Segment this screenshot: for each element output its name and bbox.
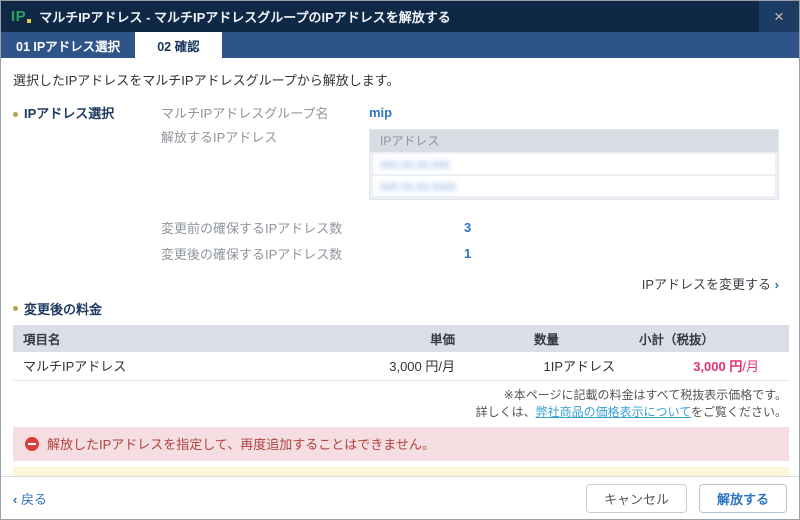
release-button[interactable]: 解放する — [699, 484, 787, 513]
ip-address-list: IPアドレス xxx.xx.xx.xxx xxx.xx.xx.xxxx — [369, 129, 779, 200]
section-title-price: 変更後の料金 — [24, 299, 102, 318]
col-unit-price: 単価 — [339, 325, 459, 352]
group-name-row: マルチIPアドレスグループ名 mip — [161, 105, 789, 123]
tab-step2-confirm[interactable]: 02 確認 — [135, 32, 221, 58]
group-name-value: mip — [369, 105, 392, 123]
dialog-title: マルチIPアドレス - マルチIPアドレスグループのIPアドレスを解放する — [39, 7, 451, 26]
chevron-left-icon: ‹ — [13, 492, 17, 507]
price-subtotal: 3,000 円/月 — [619, 352, 789, 380]
intro-text: 選択したIPアドレスをマルチIPアドレスグループから解放します。 — [13, 70, 789, 89]
ip-list-header: IPアドレス — [370, 130, 778, 152]
error-alert-text: 解放したIPアドレスを指定して、再度追加することはできません。 — [47, 434, 435, 453]
back-link[interactable]: ‹ 戻る — [13, 489, 47, 508]
tax-notes: ※本ページに記載の料金はすべて税抜表示価格です。 詳しくは、弊社商品の価格表示に… — [13, 387, 789, 421]
section-title-ip-select: IPアドレス選択 — [24, 105, 114, 123]
masked-ip-address: xxx.xx.xx.xxxx — [380, 179, 456, 193]
price-qty: 1IPアドレス — [459, 352, 619, 380]
chevron-right-icon: › — [775, 277, 779, 292]
group-name-label: マルチIPアドレスグループ名 — [161, 105, 369, 123]
cancel-button[interactable]: キャンセル — [586, 484, 687, 513]
section-bullet-icon — [13, 112, 18, 117]
tax-note-line2: 詳しくは、弊社商品の価格表示についてをご覧ください。 — [13, 404, 787, 421]
price-item: マルチIPアドレス — [13, 352, 339, 380]
col-item-name: 項目名 — [13, 325, 339, 352]
section-bullet-icon — [13, 306, 18, 311]
col-subtotal: 小計（税抜） — [619, 325, 789, 352]
before-count-row: 変更前の確保するIPアドレス数 3 — [161, 220, 789, 238]
change-ip-link[interactable]: IPアドレスを変更する › — [642, 277, 779, 292]
after-count-value: 1 — [464, 246, 471, 264]
price-table-row: マルチIPアドレス 3,000 円/月 1IPアドレス 3,000 円/月 — [13, 352, 789, 380]
dialog-content: 選択したIPアドレスをマルチIPアドレスグループから解放します。 IPアドレス選… — [1, 58, 799, 476]
dialog-footer: ‹ 戻る キャンセル 解放する — [1, 476, 799, 519]
wizard-tabbar: 01 IPアドレス選択 02 確認 — [1, 32, 799, 58]
price-table-header-row: 項目名 単価 数量 小計（税抜） — [13, 325, 789, 352]
after-count-label: 変更後の確保するIPアドレス数 — [161, 246, 464, 264]
ip-logo-icon: IP — [11, 9, 31, 24]
ip-select-section: IPアドレス選択 マルチIPアドレスグループ名 mip 解放するIPアドレス I… — [13, 105, 789, 272]
after-count-row: 変更後の確保するIPアドレス数 1 — [161, 246, 789, 264]
dialog-header: IP マルチIPアドレス - マルチIPアドレスグループのIPアドレスを解放する… — [1, 1, 799, 32]
before-count-value: 3 — [464, 220, 471, 238]
release-ip-row: 解放するIPアドレス IPアドレス xxx.xx.xx.xxx xxx.xx.x… — [161, 129, 789, 200]
masked-ip-address: xxx.xx.xx.xxx — [380, 157, 450, 171]
col-quantity: 数量 — [459, 325, 619, 352]
pricing-policy-link[interactable]: 弊社商品の価格表示について — [536, 405, 691, 419]
close-icon[interactable]: × — [759, 1, 799, 32]
price-table: 項目名 単価 数量 小計（税抜） マルチIPアドレス 3,000 円/月 1IP… — [13, 325, 789, 381]
before-count-label: 変更前の確保するIPアドレス数 — [161, 220, 464, 238]
warning-alert: サーバーに割り当て済みのIPアドレスを解放した場合、サーバーが正常に通信できなく… — [13, 467, 789, 477]
tax-note-line1: ※本ページに記載の料金はすべて税抜表示価格です。 — [13, 387, 787, 404]
tab-step1-ip-select[interactable]: 01 IPアドレス選択 — [1, 32, 135, 58]
ip-list-item: xxx.xx.xx.xxx — [373, 154, 775, 174]
error-alert: 解放したIPアドレスを指定して、再度追加することはできません。 — [13, 427, 789, 461]
ip-list-item: xxx.xx.xx.xxxx — [373, 176, 775, 196]
no-entry-icon — [25, 437, 39, 451]
price-unit: 3,000 円/月 — [339, 352, 459, 380]
release-ip-dialog: IP マルチIPアドレス - マルチIPアドレスグループのIPアドレスを解放する… — [0, 0, 800, 520]
release-ip-label: 解放するIPアドレス — [161, 129, 369, 200]
